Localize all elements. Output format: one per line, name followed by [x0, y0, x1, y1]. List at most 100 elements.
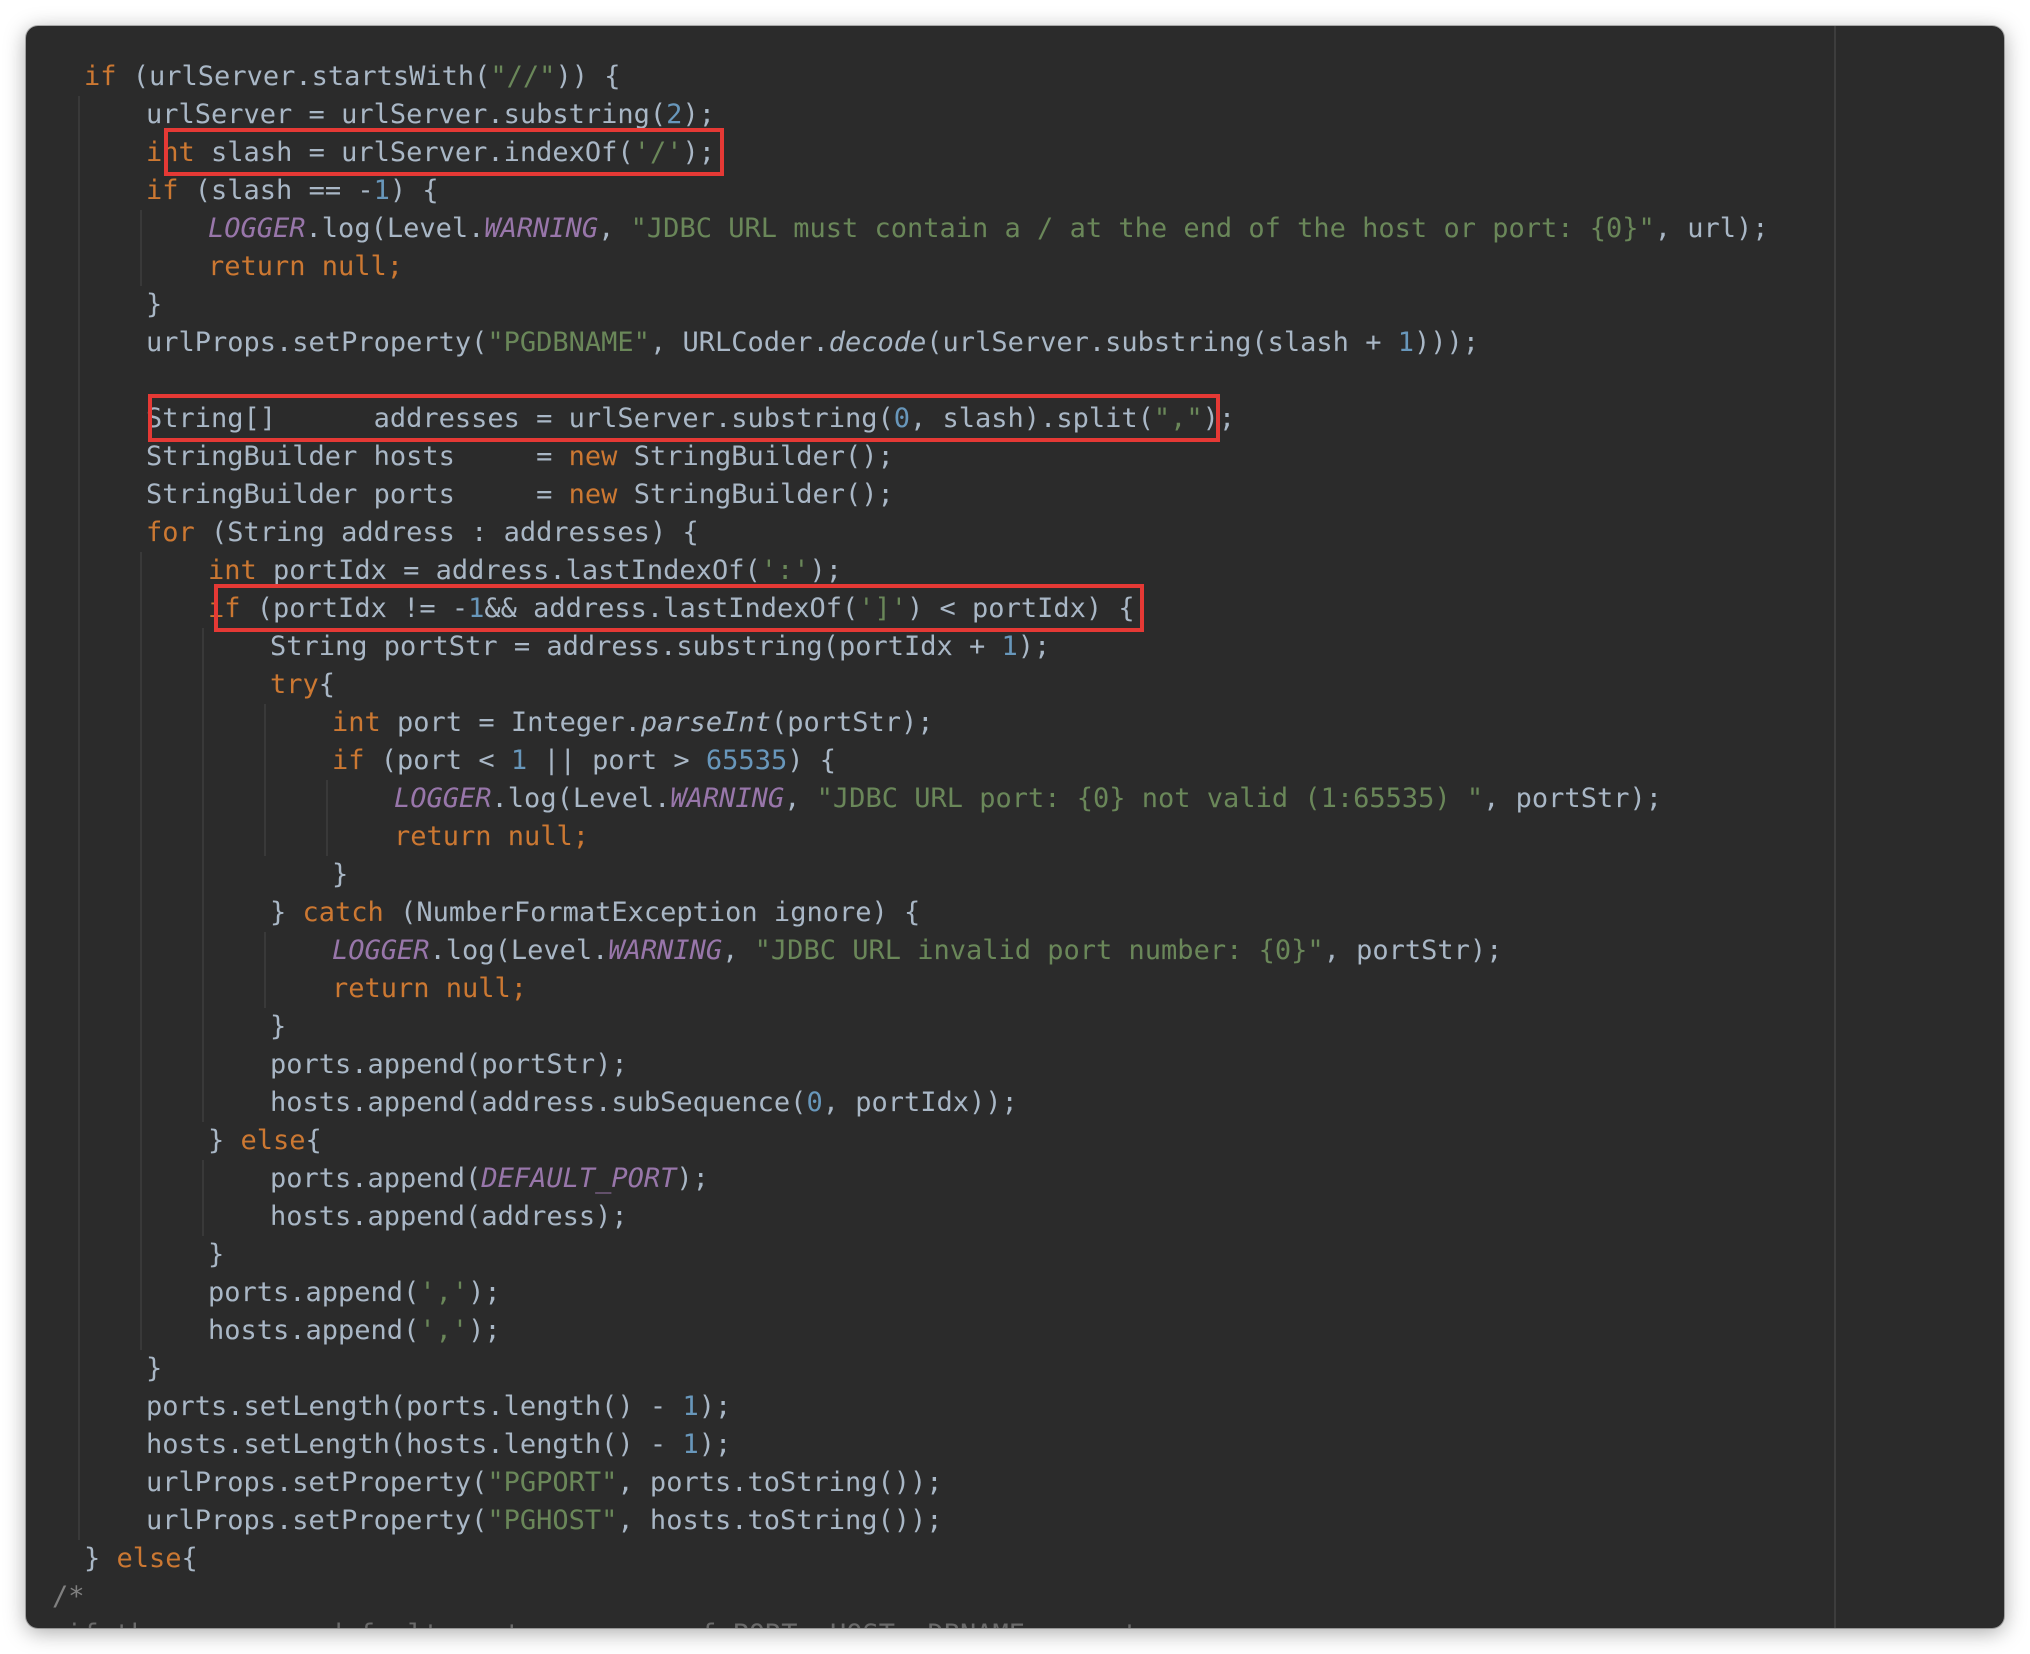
- code-line[interactable]: if (urlServer.startsWith("//")) {: [84, 58, 620, 96]
- keyword-token: int: [208, 555, 257, 586]
- string-token: ',': [419, 1277, 469, 1308]
- string-token: "PGPORT": [487, 1467, 618, 1498]
- code-token: {: [305, 1125, 322, 1156]
- code-token: }: [270, 897, 303, 928]
- code-line[interactable]: }: [146, 1350, 162, 1388]
- code-line[interactable]: LOGGER.log(Level.WARNING, "JDBC URL must…: [208, 210, 1769, 248]
- code-line[interactable]: if there are no default port or a ... of…: [66, 1616, 1220, 1628]
- code-line[interactable]: ports.append(',');: [208, 1274, 501, 1312]
- code-line[interactable]: StringBuilder hosts = new StringBuilder(…: [146, 438, 894, 476]
- code-line[interactable]: ports.setLength(ports.length() - 1);: [146, 1388, 731, 1426]
- field-token: LOGGER: [208, 213, 306, 244]
- code-token: }: [146, 1353, 163, 1384]
- code-line[interactable]: }: [146, 286, 162, 324]
- keyword-token: return null;: [332, 973, 528, 1004]
- code-token: ports.append(portStr);: [270, 1049, 628, 1080]
- code-line[interactable]: } else{: [84, 1540, 198, 1578]
- code-token: , slash).split(: [910, 403, 1154, 434]
- code-token: StringBuilder hosts =: [146, 441, 569, 472]
- code-line[interactable]: String[] addresses = urlServer.substring…: [146, 400, 1235, 438]
- field-token: LOGGER: [394, 783, 492, 814]
- code-token: parseInt: [640, 707, 771, 738]
- indent-guide: [202, 628, 204, 1122]
- code-line[interactable]: hosts.append(',');: [208, 1312, 501, 1350]
- code-token: (String address : addresses) {: [211, 517, 699, 548]
- string-token: '/': [633, 137, 683, 168]
- code-line[interactable]: if (port < 1 || port > 65535) {: [332, 742, 836, 780]
- string-token: ']': [858, 593, 908, 624]
- code-line[interactable]: ports.append(portStr);: [270, 1046, 628, 1084]
- code-token: slash = urlServer.indexOf(: [211, 137, 634, 168]
- code-line[interactable]: }: [332, 856, 348, 894]
- keyword-token: int: [332, 707, 381, 738]
- string-token: "JDBC URL must contain a / at the end of…: [630, 213, 1655, 244]
- keyword-token: new: [568, 479, 618, 510]
- code-line[interactable]: urlProps.setProperty("PGPORT", ports.toS…: [146, 1464, 943, 1502]
- code-token: hosts.append(: [208, 1315, 420, 1346]
- code-line[interactable]: hosts.append(address);: [270, 1198, 628, 1236]
- code-token: );: [676, 1163, 709, 1194]
- code-line[interactable]: return null;: [332, 970, 527, 1008]
- code-line[interactable]: int slash = urlServer.indexOf('/');: [146, 134, 715, 172]
- comment-token: /*: [52, 1581, 85, 1612]
- code-token: (NumberFormatException ignore) {: [400, 897, 921, 928]
- indent-guide: [264, 932, 266, 1008]
- code-token: hosts.append(address);: [270, 1201, 628, 1232]
- number-token: 2: [666, 99, 683, 130]
- code-token: (urlServer.substring(slash +: [926, 327, 1398, 358]
- code-line[interactable]: urlProps.setProperty("PGDBNAME", URLCode…: [146, 324, 1479, 362]
- code-token: }: [208, 1125, 241, 1156]
- code-line[interactable]: urlServer = urlServer.substring(2);: [146, 96, 715, 134]
- code-line[interactable]: } catch (NumberFormatException ignore) {: [270, 894, 920, 932]
- code-line[interactable]: }: [270, 1008, 286, 1046]
- code-line[interactable]: return null;: [394, 818, 589, 856]
- code-line[interactable]: LOGGER.log(Level.WARNING, "JDBC URL port…: [394, 780, 1662, 818]
- number-token: 1: [373, 175, 390, 206]
- code-token: );: [468, 1315, 501, 1346]
- code-line[interactable]: } else{: [208, 1122, 322, 1160]
- string-token: "PGDBNAME": [487, 327, 650, 358]
- code-line[interactable]: ports.append(DEFAULT_PORT);: [270, 1160, 709, 1198]
- code-line[interactable]: if (slash == -1) {: [146, 172, 439, 210]
- code-token: port = Integer.: [397, 707, 641, 738]
- keyword-token: if: [84, 61, 117, 92]
- code-line[interactable]: hosts.setLength(hosts.length() - 1);: [146, 1426, 731, 1464]
- code-line[interactable]: for (String address : addresses) {: [146, 514, 699, 552]
- keyword-token: else: [116, 1543, 182, 1574]
- number-token: 1: [510, 745, 528, 776]
- code-token: StringBuilder ports =: [146, 479, 569, 510]
- indent-guide: [202, 1160, 204, 1236]
- code-line[interactable]: hosts.append(address.subSequence(0, port…: [270, 1084, 1018, 1122]
- code-token: String[] addresses = urlServer.substring…: [146, 403, 894, 434]
- code-line[interactable]: String portStr = address.substring(portI…: [270, 628, 1050, 666]
- code-line[interactable]: try{: [270, 666, 335, 704]
- keyword-token: if: [208, 593, 241, 624]
- code-line[interactable]: StringBuilder ports = new StringBuilder(…: [146, 476, 894, 514]
- code-token: , URLCoder.: [649, 327, 829, 358]
- code-token: }: [84, 1543, 117, 1574]
- indent-guide: [78, 96, 80, 1540]
- keyword-token: if: [146, 175, 179, 206]
- code-line[interactable]: }: [208, 1236, 224, 1274]
- code-token: , ports.toString());: [617, 1467, 943, 1498]
- code-token: );: [698, 1391, 732, 1422]
- keyword-token: try: [270, 669, 319, 700]
- number-token: 65535: [705, 745, 788, 776]
- code-token: )));: [1413, 327, 1479, 358]
- field-token: WARNING: [608, 935, 723, 966]
- code-line[interactable]: LOGGER.log(Level.WARNING, "JDBC URL inva…: [332, 932, 1502, 970]
- code-token: , portStr);: [1323, 935, 1503, 966]
- code-line[interactable]: int portIdx = address.lastIndexOf(':');: [208, 552, 842, 590]
- code-token: , hosts.toString());: [617, 1505, 943, 1536]
- code-token: urlProps.setProperty(: [146, 1467, 488, 1498]
- code-token: urlProps.setProperty(: [146, 1505, 488, 1536]
- code-line[interactable]: /*: [52, 1578, 85, 1616]
- code-token: ,: [784, 783, 817, 814]
- code-line[interactable]: urlProps.setProperty("PGHOST", hosts.toS…: [146, 1502, 943, 1540]
- code-line[interactable]: if (portIdx != -1&& address.lastIndexOf(…: [208, 590, 1135, 628]
- keyword-token: else: [240, 1125, 306, 1156]
- code-token: , url);: [1654, 213, 1769, 244]
- number-token: 1: [682, 1391, 699, 1422]
- code-line[interactable]: return null;: [208, 248, 403, 286]
- code-line[interactable]: int port = Integer.parseInt(portStr);: [332, 704, 934, 742]
